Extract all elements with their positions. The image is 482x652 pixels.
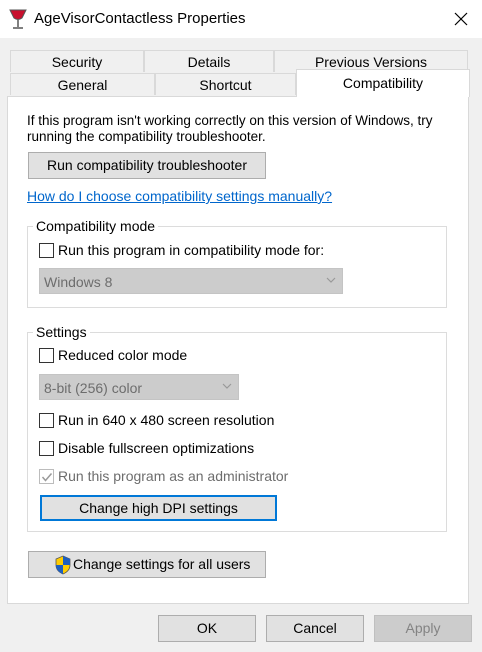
title-bar: AgeVisorContactless Properties (0, 0, 482, 38)
tab-general[interactable]: General (10, 73, 155, 95)
apply-button[interactable]: Apply (374, 615, 472, 642)
checkmark-icon (41, 473, 53, 482)
run-troubleshooter-button[interactable]: Run compatibility troubleshooter (28, 152, 266, 179)
reduced-color-label: Reduced color mode (58, 347, 188, 363)
tab-security[interactable]: Security (10, 50, 144, 72)
os-version-value: Windows 8 (44, 274, 113, 290)
disable-fullscreen-label: Disable fullscreen optimizations (58, 440, 255, 456)
change-all-users-button[interactable]: Change settings for all users (28, 551, 266, 578)
ok-button[interactable]: OK (158, 615, 256, 642)
tab-shortcut[interactable]: Shortcut (155, 73, 296, 95)
intro-text: If this program isn't working correctly … (27, 113, 433, 144)
os-version-select[interactable]: Windows 8 (39, 268, 343, 294)
close-button[interactable] (446, 4, 476, 34)
disable-fullscreen-checkbox[interactable] (39, 441, 54, 456)
change-all-users-label: Change settings for all users (73, 556, 251, 572)
compat-mode-checkbox[interactable] (39, 243, 54, 258)
color-depth-value: 8-bit (256) color (44, 380, 143, 396)
help-link[interactable]: How do I choose compatibility settings m… (27, 188, 332, 204)
reduced-color-checkbox[interactable] (39, 348, 54, 363)
uac-shield-icon (55, 555, 71, 575)
compatibility-mode-title: Compatibility mode (33, 218, 159, 234)
chevron-down-icon (222, 383, 232, 389)
cancel-button[interactable]: Cancel (266, 615, 364, 642)
window-title: AgeVisorContactless Properties (34, 10, 246, 27)
compatibility-mode-group (27, 226, 447, 308)
settings-title: Settings (33, 324, 90, 340)
color-depth-select[interactable]: 8-bit (256) color (39, 374, 239, 400)
close-icon (454, 12, 468, 26)
tab-details[interactable]: Details (144, 50, 274, 72)
run-as-admin-label: Run this program as an administrator (58, 468, 289, 484)
tab-compatibility[interactable]: Compatibility (296, 69, 470, 97)
change-dpi-button[interactable]: Change high DPI settings (40, 495, 277, 521)
wine-glass-icon (8, 8, 28, 30)
compat-mode-label: Run this program in compatibility mode f… (58, 242, 325, 258)
run-640x480-label: Run in 640 x 480 screen resolution (58, 412, 275, 428)
run-640x480-checkbox[interactable] (39, 413, 54, 428)
run-as-admin-checkbox[interactable] (39, 469, 54, 484)
chevron-down-icon (326, 277, 336, 283)
